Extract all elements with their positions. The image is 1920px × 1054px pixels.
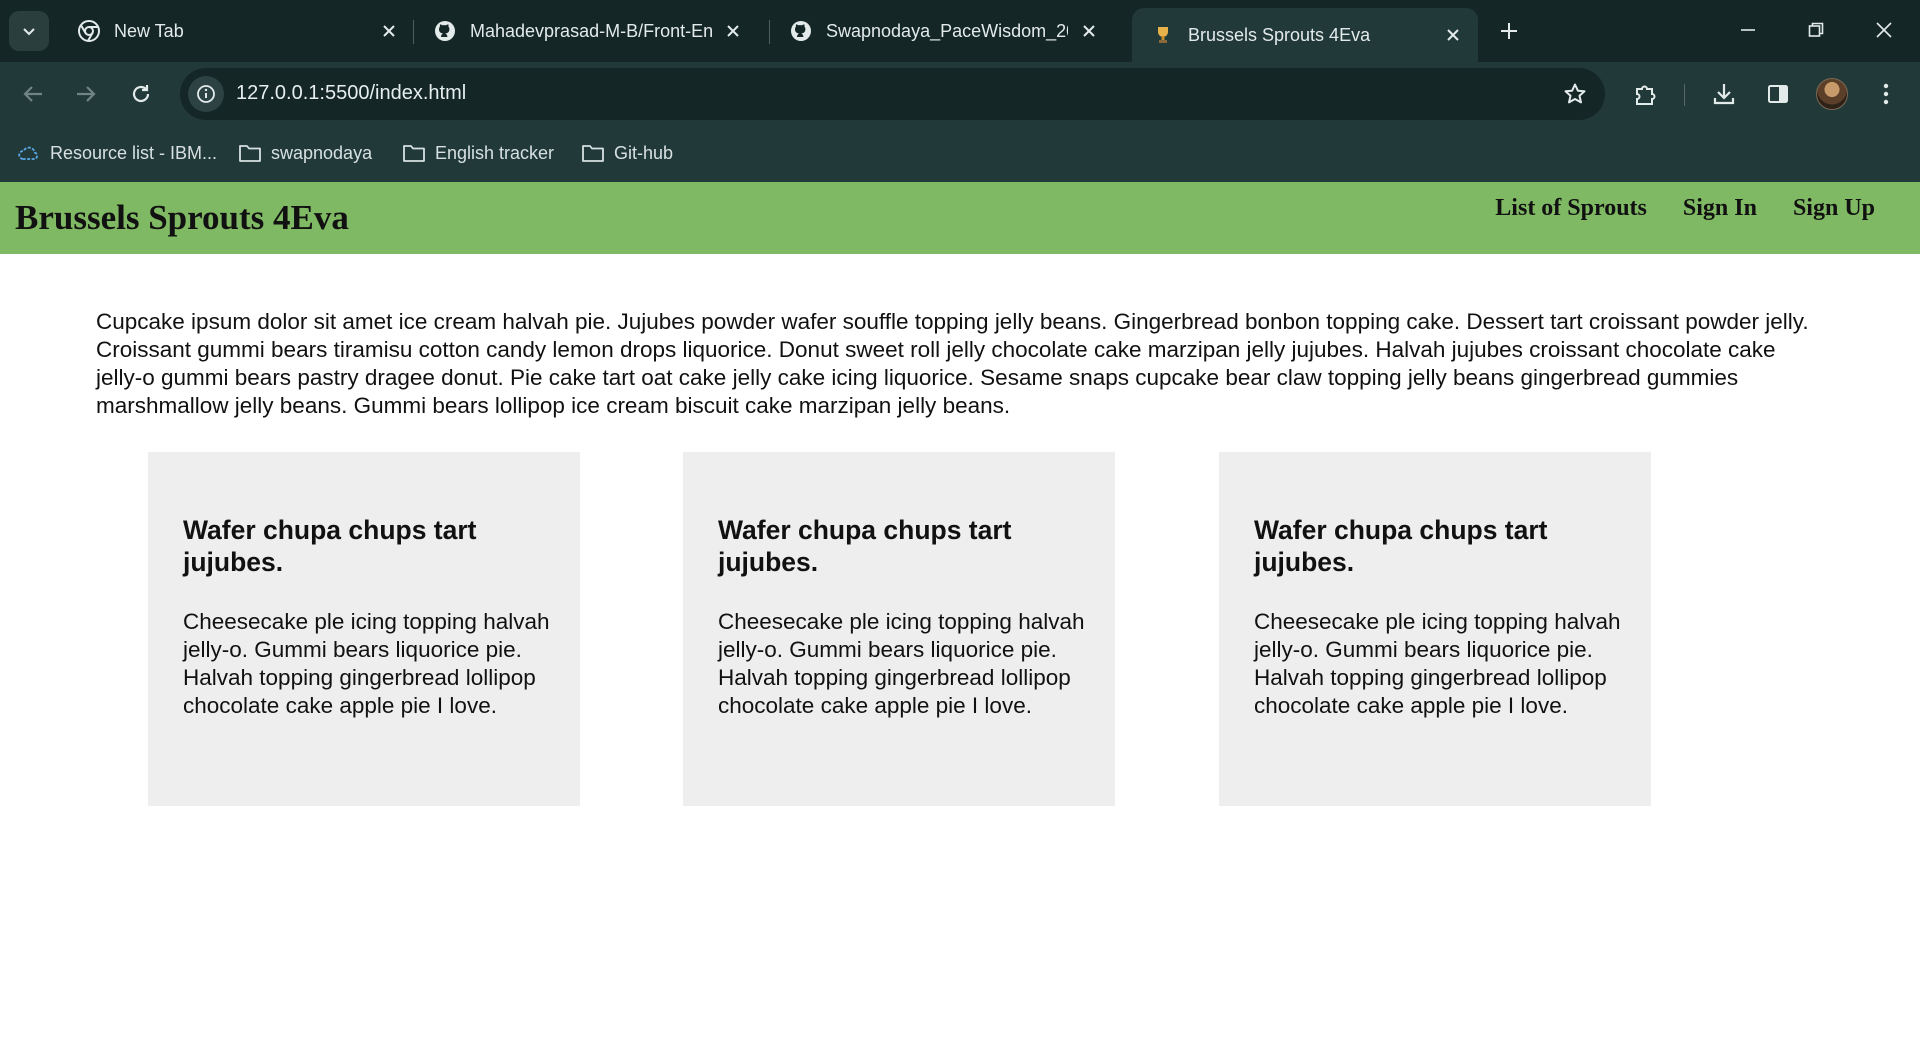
web-page: Brussels Sprouts 4Eva List of Sprouts Si…	[0, 182, 1920, 1054]
tab-title: New Tab	[114, 20, 184, 41]
close-icon	[1447, 29, 1459, 41]
bookmark-label: Git-hub	[614, 142, 674, 163]
nav-link-sign-up[interactable]: Sign Up	[1793, 195, 1875, 222]
info-icon	[197, 85, 215, 103]
bookmarks-bar: Resource list - IBM... swapnodaya Englis…	[0, 126, 1920, 182]
tab-close-button[interactable]	[1078, 20, 1100, 42]
profile-avatar[interactable]	[1816, 78, 1848, 110]
chevron-down-icon	[23, 28, 35, 36]
browser-tabstrip: New Tab Mahadevprasad-M-B/Front-End Swap…	[0, 0, 1920, 62]
tab-search-button[interactable]	[9, 11, 49, 51]
tab-close-button[interactable]	[378, 20, 400, 42]
side-panel-button[interactable]	[1764, 80, 1792, 108]
tab-brussels-sprouts[interactable]: Brussels Sprouts 4Eva	[1132, 8, 1478, 62]
arrow-left-icon	[23, 86, 42, 102]
nav-link-sign-in[interactable]: Sign In	[1683, 195, 1757, 222]
restore-icon	[1808, 22, 1824, 37]
site-title: Brussels Sprouts 4Eva	[15, 198, 349, 237]
bookmark-resource-list[interactable]: Resource list - IBM...	[17, 138, 217, 168]
tab-title: Brussels Sprouts 4Eva	[1188, 24, 1371, 45]
reload-icon	[132, 85, 150, 103]
github-icon	[791, 21, 811, 41]
folder-icon	[239, 145, 261, 162]
card-heading: Wafer chupa chups tart jujubes.	[718, 515, 1012, 577]
folder-icon	[582, 145, 604, 162]
site-info-button[interactable]	[188, 76, 224, 112]
site-nav: List of Sprouts Sign In Sign Up	[1495, 195, 1875, 222]
tab-new-tab[interactable]: New Tab	[58, 8, 414, 54]
nav-link-list-of-sprouts[interactable]: List of Sprouts	[1495, 195, 1647, 222]
close-window-button[interactable]	[1864, 12, 1904, 48]
browser-toolbar: 127.0.0.1:5500/index.html	[0, 62, 1920, 126]
card-heading: Wafer chupa chups tart jujubes.	[1254, 515, 1548, 577]
download-icon	[1713, 84, 1735, 105]
tab-github-front-end[interactable]: Mahadevprasad-M-B/Front-End	[414, 8, 758, 54]
card-heading: Wafer chupa chups tart jujubes.	[183, 515, 477, 577]
tab-github-pacewisdom[interactable]: Swapnodaya_PaceWisdom_2024	[770, 8, 1114, 54]
folder-icon	[403, 145, 425, 162]
forward-button[interactable]	[68, 76, 104, 112]
content-card: Wafer chupa chups tart jujubes. Cheeseca…	[1219, 452, 1651, 806]
close-icon	[383, 25, 395, 37]
close-icon	[1876, 22, 1892, 38]
card-body: Cheesecake ple icing topping halvah jell…	[718, 609, 1085, 718]
bookmark-star-icon[interactable]	[1563, 82, 1587, 106]
tab-title: Mahadevprasad-M-B/Front-End	[470, 20, 712, 41]
new-tab-button[interactable]	[1494, 16, 1524, 46]
intro-paragraph: Cupcake ipsum dolor sit amet ice cream h…	[96, 309, 1809, 418]
downloads-button[interactable]	[1710, 80, 1738, 108]
reload-button[interactable]	[123, 76, 159, 112]
address-bar[interactable]: 127.0.0.1:5500/index.html	[180, 68, 1605, 120]
tab-close-button[interactable]	[722, 20, 744, 42]
tab-title: Swapnodaya_PaceWisdom_2024	[826, 20, 1068, 41]
kebab-menu-icon	[1883, 83, 1889, 105]
minimize-icon	[1741, 29, 1755, 31]
bookmark-label: swapnodaya	[271, 142, 373, 163]
chrome-icon	[78, 20, 100, 42]
site-header: Brussels Sprouts 4Eva List of Sprouts Si…	[0, 182, 1920, 254]
content-card: Wafer chupa chups tart jujubes. Cheeseca…	[683, 452, 1115, 806]
restore-button[interactable]	[1796, 12, 1836, 48]
extensions-button[interactable]	[1632, 80, 1660, 108]
card-body: Cheesecake ple icing topping halvah jell…	[183, 609, 550, 718]
bookmark-git-hub[interactable]: Git-hub	[581, 138, 673, 168]
trophy-icon	[1158, 27, 1168, 43]
toolbar-separator	[1684, 84, 1685, 106]
puzzle-icon	[1636, 85, 1656, 105]
content-card: Wafer chupa chups tart jujubes. Cheeseca…	[148, 452, 580, 806]
plus-icon	[1501, 23, 1517, 39]
close-icon	[1083, 25, 1095, 37]
back-button[interactable]	[15, 76, 51, 112]
bookmark-label: English tracker	[435, 142, 555, 163]
bookmark-swapnodaya[interactable]: swapnodaya	[238, 138, 372, 168]
arrow-right-icon	[77, 86, 96, 102]
url-text[interactable]: 127.0.0.1:5500/index.html	[236, 82, 466, 105]
bookmark-english-tracker[interactable]: English tracker	[402, 138, 554, 168]
card-body: Cheesecake ple icing topping halvah jell…	[1254, 609, 1621, 718]
tab-close-button[interactable]	[1442, 24, 1464, 46]
cloud-icon	[18, 146, 38, 160]
browser-menu-button[interactable]	[1872, 80, 1900, 108]
github-icon	[435, 21, 455, 41]
close-icon	[727, 25, 739, 37]
side-panel-icon	[1768, 85, 1788, 103]
minimize-button[interactable]	[1728, 12, 1768, 48]
bookmark-label: Resource list - IBM...	[50, 142, 218, 163]
